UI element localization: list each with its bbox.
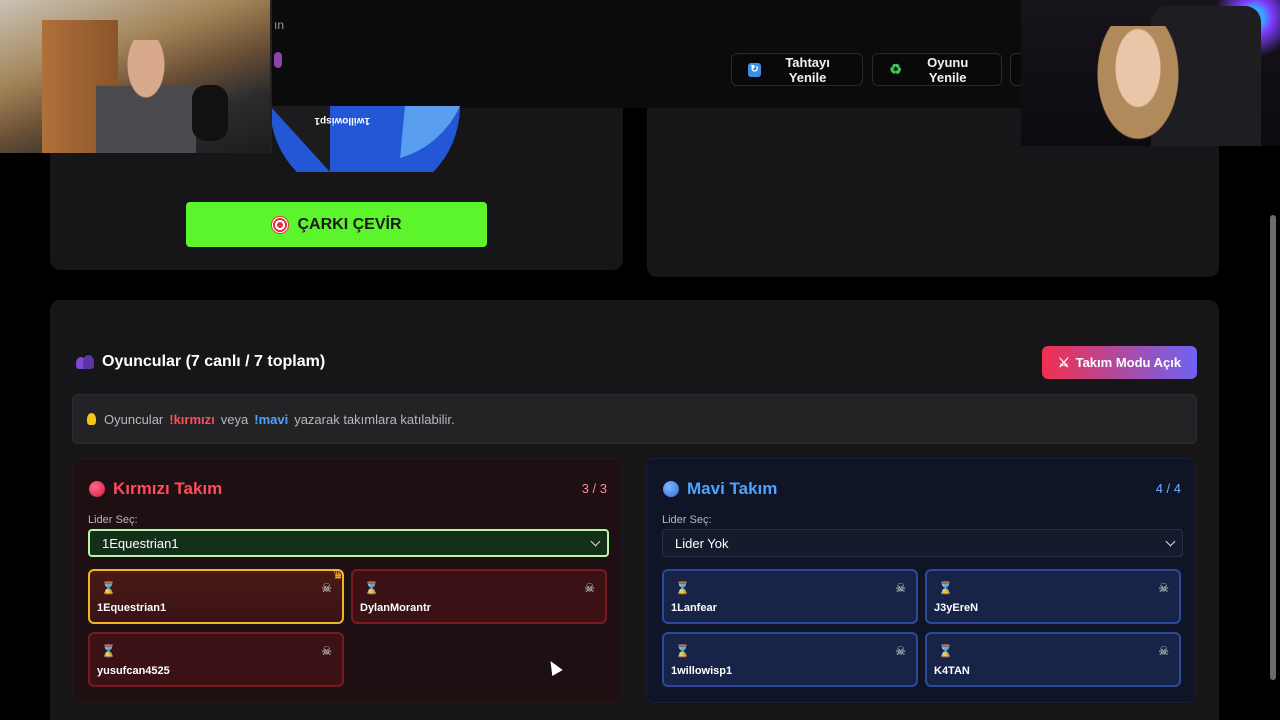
red-team-panel: Kırmızı Takım 3 / 3 Lider Seç: 1Equestri… [72, 458, 622, 703]
spin-wheel-button[interactable]: ÇARKI ÇEVİR [186, 202, 487, 247]
recycle-icon: ♻ [889, 61, 902, 77]
blue-leader-select[interactable]: Lider Yok [662, 529, 1183, 557]
red-team-title: Kırmızı Takım [89, 479, 222, 499]
join-hint: Oyuncular !kırmızı veya !mavi yazarak ta… [72, 394, 1197, 444]
player-card[interactable]: ⌛ ☠ 1willowisp1 [662, 632, 918, 687]
blue-team-title: Mavi Takım [663, 479, 777, 499]
header-emoji-fragment [274, 52, 282, 68]
hint-red-command: !kırmızı [169, 411, 215, 427]
crown-icon: ♛ [332, 567, 344, 582]
players-section: Oyuncular (7 canlı / 7 toplam) ⚔ Takım M… [50, 300, 1219, 720]
blue-leader-label: Lider Seç: [662, 514, 712, 526]
blue-team-panel: Mavi Takım 4 / 4 Lider Seç: Lider Yok ⌛ … [646, 458, 1196, 703]
skull-crossbones-icon[interactable]: ☠ [895, 644, 906, 658]
blue-team-count: 4 / 4 [1155, 481, 1181, 496]
skull-crossbones-icon[interactable]: ☠ [584, 581, 595, 595]
webcam-overlay-left [0, 0, 272, 153]
player-card[interactable]: ⌛ ☠ 1Lanfear [662, 569, 918, 624]
webcam-person [96, 40, 196, 153]
player-card[interactable]: ⌛ ☠ DylanMorantr [351, 569, 607, 624]
hint-mid: veya [220, 411, 249, 427]
webcam-overlay-right [1021, 0, 1280, 146]
board-refresh-label: Tahtayı Yenile [785, 54, 830, 85]
microphone-icon [192, 85, 228, 141]
blue-team-name: Mavi Takım [687, 479, 778, 498]
lightbulb-icon [87, 413, 96, 425]
player-card[interactable]: ⌛ ☠ K4TAN [925, 632, 1181, 687]
hourglass-icon: ⌛ [675, 644, 690, 658]
webcam-person [1093, 26, 1183, 146]
skull-crossbones-icon[interactable]: ☠ [1158, 581, 1169, 595]
game-refresh-button[interactable]: ♻ Oyunu Yenile [872, 53, 1002, 86]
board-refresh-button[interactable]: ↻ Tahtayı Yenile [731, 53, 863, 86]
red-leader-label: Lider Seç: [88, 514, 138, 526]
blue-leader-selected: Lider Yok [675, 535, 729, 551]
page-scrollbar[interactable] [1270, 215, 1276, 680]
hourglass-icon: ⌛ [101, 581, 116, 595]
refresh-icon: ↻ [748, 62, 762, 77]
player-name: 1Equestrian1 [97, 602, 167, 614]
skull-crossbones-icon[interactable]: ☠ [321, 644, 332, 658]
red-team-name: Kırmızı Takım [113, 479, 223, 498]
player-name: J3yEreN [934, 602, 979, 614]
hourglass-icon: ⌛ [675, 581, 690, 595]
red-team-count: 3 / 3 [581, 481, 607, 496]
header-partial-text: ın [274, 18, 285, 32]
wheel-segment-label: 1willowisp1 [314, 115, 370, 126]
skull-crossbones-icon[interactable]: ☠ [1158, 644, 1169, 658]
app-page: ın ↻ Tahtayı Yenile ♻ Oyunu Yenile 1will… [0, 0, 1280, 720]
crossed-swords-icon: ⚔ [1057, 354, 1070, 370]
team-mode-toggle-button[interactable]: ⚔ Takım Modu Açık [1042, 346, 1197, 379]
players-title: Oyuncular (7 canlı / 7 toplam) [102, 353, 326, 370]
red-circle-icon [89, 481, 105, 497]
player-name: K4TAN [934, 665, 970, 677]
hourglass-icon: ⌛ [938, 581, 953, 595]
players-header: Oyuncular (7 canlı / 7 toplam) [76, 353, 325, 371]
player-name: yusufcan4525 [97, 665, 170, 677]
target-icon [271, 215, 290, 234]
player-card[interactable]: ⌛ ☠ ♛ 1Equestrian1 [88, 567, 344, 624]
blue-circle-icon [663, 481, 679, 497]
hint-blue-command: !mavi [254, 411, 289, 427]
team-mode-label: Takım Modu Açık [1075, 355, 1182, 370]
player-name: DylanMorantr [360, 602, 431, 614]
red-leader-select[interactable]: 1Equestrian1 [88, 529, 609, 557]
game-refresh-label: Oyunu Yenile [927, 54, 969, 85]
hourglass-icon: ⌛ [938, 644, 953, 658]
player-card[interactable]: ⌛ ☠ yusufcan4525 [88, 632, 344, 687]
skull-crossbones-icon[interactable]: ☠ [321, 581, 332, 595]
skull-crossbones-icon[interactable]: ☠ [895, 581, 906, 595]
player-card[interactable]: ⌛ ☠ J3yEreN [925, 569, 1181, 624]
people-icon [76, 355, 94, 369]
chevron-down-icon [590, 536, 601, 546]
chevron-down-icon [1165, 536, 1176, 546]
wheel[interactable]: 1willowisp1 [270, 106, 460, 172]
hourglass-icon: ⌛ [364, 581, 379, 595]
hint-suffix: yazarak takımlara katılabilir. [294, 411, 455, 427]
red-leader-selected: 1Equestrian1 [102, 535, 179, 551]
hourglass-icon: ⌛ [101, 644, 116, 658]
hint-prefix: Oyuncular [104, 411, 164, 427]
player-name: 1willowisp1 [671, 665, 733, 677]
spin-wheel-label: ÇARKI ÇEVİR [297, 215, 402, 233]
player-name: 1Lanfear [671, 602, 717, 614]
